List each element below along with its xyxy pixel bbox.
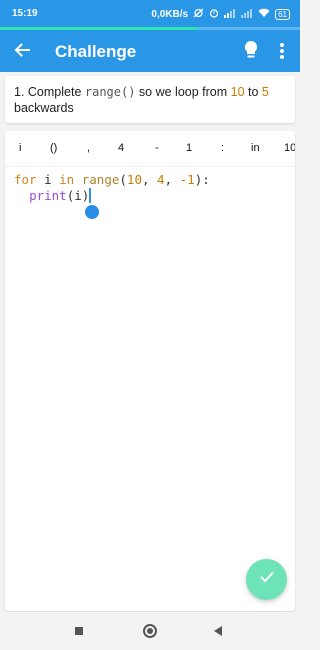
code-keyword: for	[14, 172, 37, 187]
status-time: 15:19	[12, 8, 38, 19]
recents-square-icon[interactable]	[75, 627, 83, 635]
code-number: -1	[179, 172, 195, 187]
alarm-icon	[209, 8, 219, 21]
question-suffix: backwards	[14, 101, 74, 115]
home-circle-icon[interactable]	[143, 624, 157, 638]
token-button[interactable]: i	[19, 142, 21, 154]
question-code: range()	[84, 85, 136, 99]
token-button[interactable]: ,	[87, 142, 90, 154]
battery-icon: 61	[275, 9, 290, 20]
question-middle: so we loop from	[135, 85, 231, 99]
signal-icon	[224, 8, 236, 21]
code-args: (i)	[66, 188, 90, 203]
question-to-word: to	[244, 85, 262, 99]
token-button[interactable]: 1	[186, 142, 192, 154]
app-bar: Challenge	[0, 30, 300, 72]
status-bar: 15:19 0,0KB/s 61	[0, 0, 300, 27]
code-keyword: in	[59, 172, 75, 187]
data-saver-icon	[193, 8, 204, 21]
code-editor-card: i () , 4 - 1 : in 10 for i in range(10, …	[5, 131, 295, 611]
token-button[interactable]: -	[155, 142, 159, 154]
token-button[interactable]: 4	[118, 142, 124, 154]
back-triangle-icon[interactable]	[214, 626, 222, 636]
question-to: 5	[261, 85, 269, 99]
cursor-handle[interactable]	[85, 205, 99, 219]
text-caret	[89, 188, 91, 203]
signal-icon	[241, 8, 253, 21]
code-function: range	[81, 172, 120, 187]
code-line: for i in range(10, 4, -1):	[14, 172, 210, 188]
question-from: 10	[230, 85, 245, 99]
code-number: 10	[126, 172, 142, 187]
status-icons: 0,0KB/s 61	[151, 8, 290, 21]
token-bar: i () , 4 - 1 : in 10	[5, 131, 295, 167]
more-vert-icon[interactable]	[279, 42, 287, 60]
submit-button[interactable]	[246, 559, 287, 600]
question-prefix: 1. Complete	[14, 85, 85, 99]
page-title: Challenge	[55, 42, 137, 61]
checkmark-icon	[259, 570, 275, 589]
code-builtin: print	[29, 188, 67, 203]
token-button[interactable]: :	[221, 142, 224, 154]
code-punct: ):	[194, 172, 210, 187]
code-punct: (	[119, 172, 127, 187]
question-card: 1. Complete range() so we loop from 10 t…	[5, 76, 295, 123]
code-punct: ,	[141, 172, 158, 187]
system-nav-bar	[0, 612, 300, 650]
token-button[interactable]: 10	[284, 142, 295, 154]
code-input[interactable]: for i in range(10, 4, -1): print(i)	[14, 172, 210, 204]
network-speed: 0,0KB/s	[151, 9, 189, 20]
back-arrow-icon[interactable]	[12, 40, 34, 62]
code-line: print(i)	[14, 188, 210, 204]
code-variable: i	[36, 172, 60, 187]
lightbulb-icon[interactable]	[243, 40, 261, 62]
code-punct: ,	[164, 172, 180, 187]
token-button[interactable]: ()	[50, 142, 57, 154]
wifi-icon	[258, 8, 270, 21]
code-number: 4	[157, 172, 165, 187]
token-button[interactable]: in	[251, 142, 260, 154]
